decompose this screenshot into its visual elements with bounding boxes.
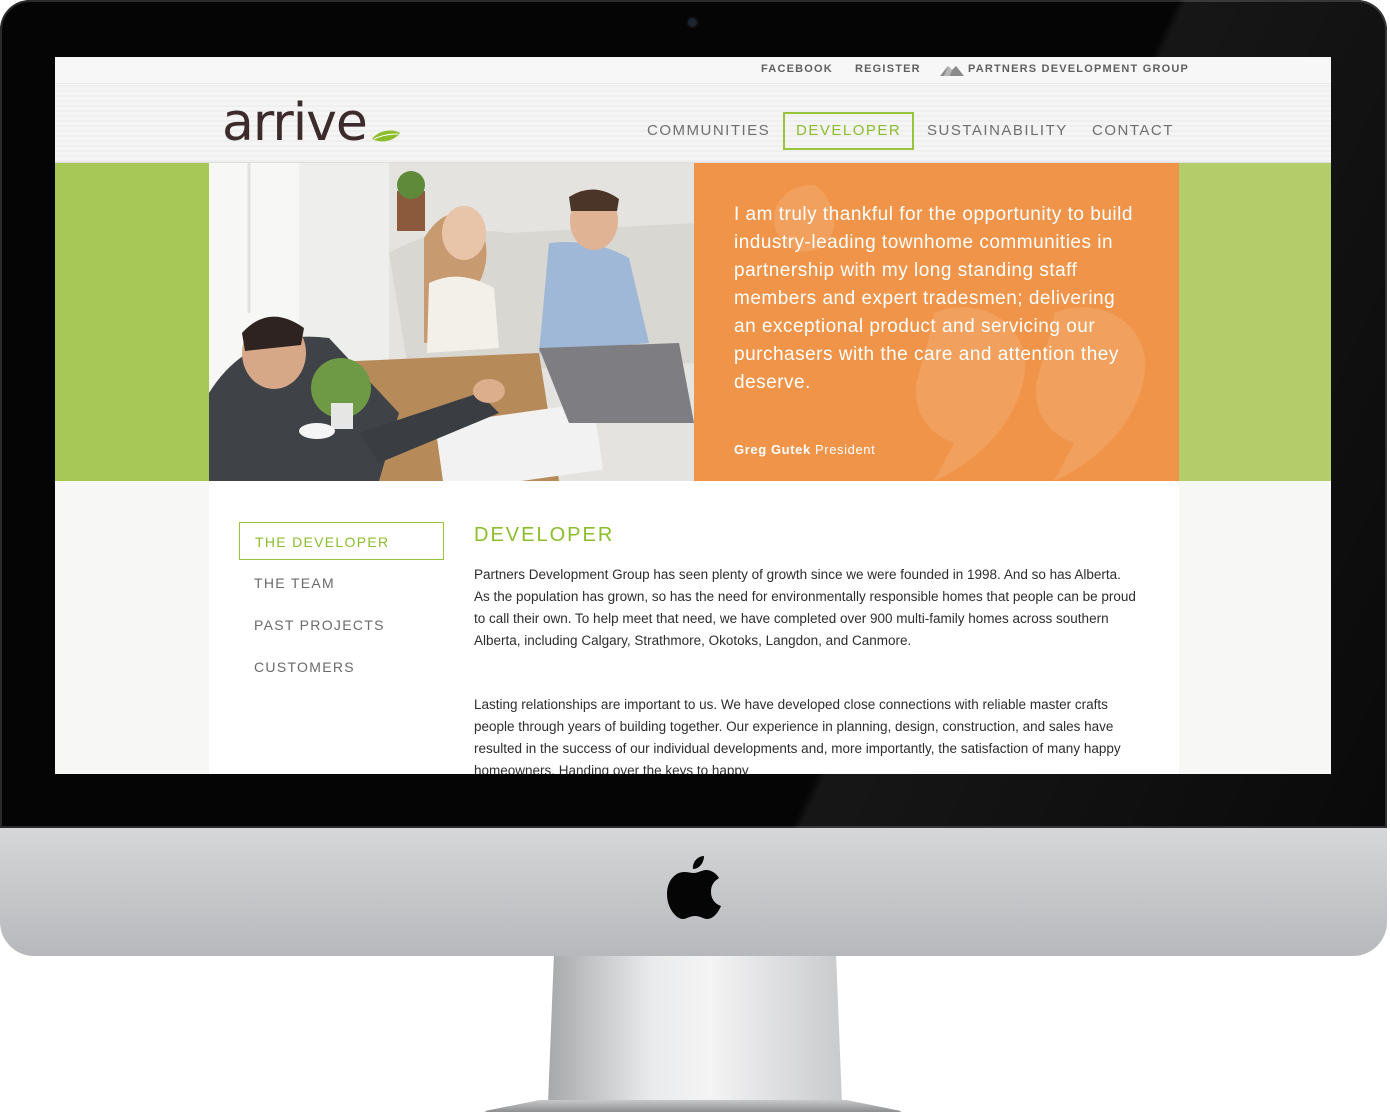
website-screen: FACEBOOK REGISTER PARTNERS DEVELOPMENT G… [55, 57, 1331, 774]
utility-bar: FACEBOOK REGISTER PARTNERS DEVELOPMENT G… [55, 57, 1331, 84]
arrive-logo[interactable]: arrive [222, 90, 368, 156]
sidebar-item-the-developer[interactable]: THE DEVELOPER [239, 522, 444, 560]
camera-icon [688, 18, 697, 27]
leaf-icon [372, 130, 400, 142]
quote-author-name: Greg Gutek [734, 442, 811, 457]
site-header: arrive COMMUNITIES DEVELOPER SUSTAINABIL… [55, 84, 1331, 163]
testimonial-quote: I am truly thankful for the opportunity … [734, 204, 1133, 393]
sidebar-item-customers[interactable]: CUSTOMERS [239, 648, 444, 686]
partners-logo-icon [940, 66, 964, 76]
body-paragraph: Partners Development Group has seen plen… [474, 567, 1136, 648]
nav-developer[interactable]: DEVELOPER [783, 112, 915, 150]
nav-sustainability[interactable]: SUSTAINABILITY [916, 112, 1079, 150]
sidebar-item-past-projects[interactable]: PAST PROJECTS [239, 606, 444, 644]
handshake-photo [209, 163, 694, 481]
hero-band-right [1179, 163, 1331, 481]
quote-author-title: President [815, 442, 876, 457]
quote-panel: I am truly thankful for the opportunity … [694, 163, 1179, 481]
imac-stand [548, 956, 842, 1104]
quote-attribution: Greg Gutek President [734, 442, 875, 457]
partners-development-group-link[interactable]: PARTNERS DEVELOPMENT GROUP [968, 63, 1189, 75]
imac-foot [480, 1100, 906, 1112]
body-paragraph: Lasting relationships are important to u… [474, 697, 1121, 774]
page-title: DEVELOPER [474, 524, 615, 546]
register-link[interactable]: REGISTER [855, 63, 921, 75]
apple-logo-icon [667, 856, 721, 919]
sidebar-item-the-team[interactable]: THE TEAM [239, 564, 444, 602]
hero-photo [209, 163, 694, 481]
facebook-link[interactable]: FACEBOOK [761, 63, 833, 75]
main-content: THE DEVELOPER THE TEAM PAST PROJECTS CUS… [209, 481, 1179, 774]
nav-communities[interactable]: COMMUNITIES [636, 112, 781, 150]
nav-contact[interactable]: CONTACT [1081, 112, 1185, 150]
